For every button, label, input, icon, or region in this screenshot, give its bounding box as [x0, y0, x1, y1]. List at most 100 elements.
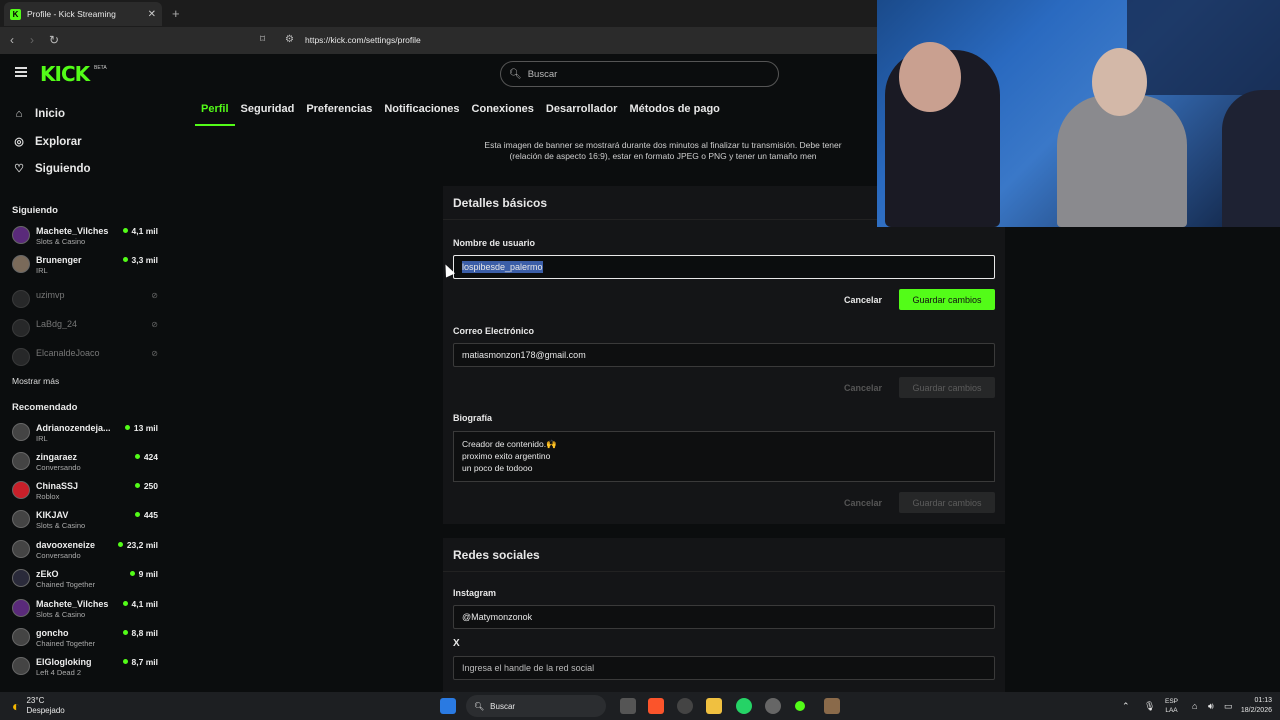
- channel-item[interactable]: Brunenger IRL 3,3 mil: [12, 254, 164, 282]
- channel-category: Slots & Casino: [36, 237, 86, 246]
- taskbar-search[interactable]: 🔍︎ Buscar: [466, 695, 606, 717]
- browser-tab[interactable]: K Profile - Kick Streaming ✕: [4, 2, 162, 26]
- network-icon[interactable]: ⌂: [1192, 692, 1197, 720]
- compass-icon: ◎: [14, 136, 24, 148]
- tab-perfil[interactable]: Perfil: [195, 94, 235, 126]
- kick-app-icon[interactable]: [795, 701, 805, 711]
- sidebar-item-siguiendo[interactable]: ♡ Siguiendo: [12, 162, 91, 176]
- search-input[interactable]: 🔍︎ Buscar: [500, 61, 779, 87]
- sidebar-item-explorar[interactable]: ◎ Explorar: [12, 135, 81, 149]
- weather-widget[interactable]: ◐ 23°C Despejado: [12, 692, 65, 720]
- channel-item[interactable]: zingaraez Conversando 424: [12, 451, 164, 479]
- viewer-count: 8,8 mil: [123, 628, 158, 638]
- minecraft-icon[interactable]: [824, 698, 840, 714]
- clock[interactable]: 01:13 18/2/2026: [1226, 692, 1272, 720]
- sidebar-item-inicio[interactable]: ⌂ Inicio: [12, 108, 65, 120]
- email-cancel-button[interactable]: Cancelar: [844, 383, 882, 393]
- banner-text-line: (relación de aspecto 16:9), estar en for…: [509, 151, 817, 161]
- url-field[interactable]: https://kick.com/settings/profile: [305, 35, 421, 45]
- close-tab-icon[interactable]: ✕: [148, 9, 156, 20]
- microphone-icon[interactable]: 🎙︎: [1144, 692, 1155, 720]
- tab-notificaciones[interactable]: Notificaciones: [378, 94, 465, 126]
- channel-category: Left 4 Dead 2: [36, 668, 82, 677]
- username-value: lospibesde_palermo: [462, 261, 543, 273]
- windows-start-icon[interactable]: [440, 698, 456, 714]
- volume-icon[interactable]: 🔊︎: [1208, 692, 1214, 720]
- channel-name: Brunenger: [36, 255, 82, 265]
- channel-item[interactable]: ChinaSSJ Roblox 250: [12, 480, 164, 508]
- brave-browser-icon[interactable]: [648, 698, 664, 714]
- tab-metodos-pago[interactable]: Métodos de pago: [623, 94, 725, 126]
- channel-item[interactable]: Adrianozendeja... IRL 13 mil: [12, 422, 164, 450]
- channel-category: IRL: [36, 434, 48, 443]
- tab-seguridad[interactable]: Seguridad: [235, 94, 301, 126]
- x-field[interactable]: Ingresa el handle de la red social: [453, 656, 995, 680]
- channel-item[interactable]: davooxeneize Conversando 23,2 mil: [12, 539, 164, 567]
- file-explorer-icon[interactable]: [706, 698, 722, 714]
- tab-desarrollador[interactable]: Desarrollador: [540, 94, 624, 126]
- menu-icon[interactable]: [15, 67, 27, 77]
- channel-category: IRL: [36, 266, 48, 275]
- channel-category: Chained Together: [36, 580, 96, 589]
- tab-conexiones[interactable]: Conexiones: [466, 94, 540, 126]
- site-info-icon[interactable]: ⚙: [285, 34, 294, 45]
- username-save-button[interactable]: Guardar cambios: [899, 289, 995, 310]
- channel-item[interactable]: KIKJAV Slots & Casino 445: [12, 509, 164, 537]
- viewer-count: 3,3 mil: [123, 255, 158, 265]
- avatar: [12, 226, 30, 244]
- bio-cancel-button[interactable]: Cancelar: [844, 498, 882, 508]
- channel-item[interactable]: zEkO Chained Together 9 mil: [12, 568, 164, 596]
- show-more-link[interactable]: Mostrar más: [12, 376, 59, 386]
- username-field[interactable]: lospibesde_palermo: [453, 255, 995, 279]
- new-tab-icon[interactable]: +: [172, 6, 180, 21]
- bio-save-button[interactable]: Guardar cambios: [899, 492, 995, 513]
- channel-item[interactable]: ElcanaldeJoaco ⊘: [12, 347, 164, 375]
- channel-item[interactable]: Machete_Vilches Slots & Casino 4,1 mil: [12, 598, 164, 626]
- sidebar-item-label: Inicio: [35, 108, 66, 120]
- bookmark-icon[interactable]: ⌑: [260, 34, 265, 45]
- task-view-icon[interactable]: [620, 698, 636, 714]
- email-save-button[interactable]: Guardar cambios: [899, 377, 995, 398]
- tab-preferencias[interactable]: Preferencias: [300, 94, 378, 126]
- heart-icon: ♡: [14, 163, 24, 175]
- sidebar-item-label: Siguiendo: [35, 162, 91, 175]
- username-cancel-button[interactable]: Cancelar: [844, 295, 882, 305]
- recommended-section-title: Recomendado: [12, 402, 78, 413]
- bio-line: proximo exito argentino: [462, 451, 551, 461]
- back-icon[interactable]: ‹: [10, 33, 14, 47]
- viewer-count: 4,1 mil: [123, 599, 158, 609]
- channel-category: Conversando: [36, 551, 81, 560]
- channel-item[interactable]: goncho Chained Together 8,8 mil: [12, 627, 164, 655]
- tray-chevron-icon[interactable]: ⌃: [1122, 692, 1130, 720]
- channel-item[interactable]: LaBdg_24 ⊘: [12, 318, 164, 346]
- email-field[interactable]: matiasmonzon178@gmail.com: [453, 343, 995, 367]
- channel-category: Slots & Casino: [36, 521, 86, 530]
- username-label: Nombre de usuario: [453, 238, 536, 248]
- avatar: [12, 540, 30, 558]
- offline-icon: ⊘: [151, 349, 158, 358]
- channel-name: KIKJAV: [36, 510, 69, 520]
- viewer-count: 250: [135, 481, 158, 491]
- instagram-value: @Matymonzonok: [462, 612, 533, 622]
- channel-item[interactable]: ElGlogloking Left 4 Dead 2 8,7 mil: [12, 656, 164, 684]
- weather-desc: Despejado: [26, 706, 65, 715]
- channel-name: LaBdg_24: [36, 319, 78, 329]
- whatsapp-icon[interactable]: [736, 698, 752, 714]
- email-value: matiasmonzon178@gmail.com: [462, 350, 586, 360]
- viewer-count: 23,2 mil: [118, 540, 158, 550]
- app-icon[interactable]: [765, 698, 781, 714]
- bio-textarea[interactable]: Creador de contenido.🙌 proximo exito arg…: [453, 431, 995, 482]
- instagram-label: Instagram: [453, 588, 497, 598]
- avatar: [12, 599, 30, 617]
- channel-name: Machete_Vilches: [36, 599, 109, 609]
- instagram-field[interactable]: @Matymonzonok: [453, 605, 995, 629]
- email-label: Correo Electrónico: [453, 326, 535, 336]
- channel-item[interactable]: Machete_Vilches Slots & Casino 4,1 mil: [12, 225, 164, 253]
- lang-code: ESP: [1165, 698, 1179, 705]
- kick-logo[interactable]: KICK: [40, 62, 90, 86]
- language-indicator[interactable]: ESP LAA: [1165, 692, 1178, 720]
- channel-item[interactable]: uzimvp ⊘: [12, 289, 164, 317]
- reload-icon[interactable]: ↻: [49, 33, 59, 47]
- forward-icon[interactable]: ›: [30, 33, 34, 47]
- media-player-icon[interactable]: [677, 698, 693, 714]
